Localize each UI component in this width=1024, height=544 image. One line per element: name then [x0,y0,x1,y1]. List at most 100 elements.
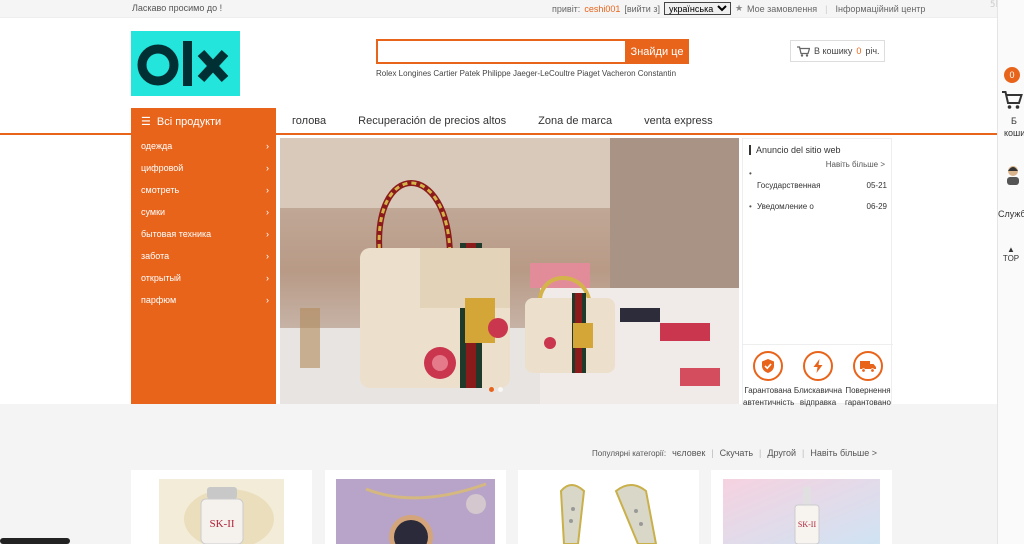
top-bar-right: привіт: ceshi001 [вийти з] українська ★ … [552,2,925,15]
chevron-right-icon: › [266,207,269,217]
announcement-title: Anuncio del sitio web [749,145,841,155]
rail-cart-badge: 0 [1004,67,1020,83]
welcome-text: Ласкаво просимо до ! [132,3,223,13]
cart-icon [797,45,810,57]
separator: | [711,448,714,458]
back-to-top-button[interactable]: ▲ TOP [1000,245,1022,263]
category-menu: одежда › цифровой › смотреть › сумки › бытов… [131,135,276,404]
feature-label: гарантовано [844,398,891,407]
chevron-right-icon: › [266,295,269,305]
top-bar: Ласкаво просимо до ! привіт: ceshi001 [в… [0,0,997,18]
site-logo[interactable] [131,31,240,96]
feature-label: автентичність [743,398,795,407]
category-label: смотреть [141,185,180,195]
carousel-dots [489,387,503,392]
all-products-label: Всі продукти [156,115,222,128]
star-icon: ★ [734,3,744,13]
product-card[interactable] [325,470,506,544]
info-center-link[interactable]: Інформаційний центр [835,4,925,14]
popular-item[interactable]: Другой [767,448,796,458]
carousel-dot[interactable] [498,387,503,392]
nav-item-home[interactable]: голова [292,115,326,127]
category-label: парфюм [141,295,177,305]
greeting-text: привіт: [552,3,581,14]
arrow-up-icon: ▲ [1007,245,1015,254]
product-image: SK-II [159,479,284,544]
announcement-item[interactable]: Уведомление о 06-29 [757,202,887,211]
category-label: одежда [141,141,173,151]
feature-fast-shipping: Блискавична відправка [793,351,843,409]
category-label: сумки [141,207,166,217]
feature-authentic: Гарантована автентичність [743,351,795,409]
popular-item[interactable]: чєловек [672,448,705,458]
cart-count: 0 [856,46,862,56]
all-products-button[interactable]: ☰ Всі продукти [131,108,276,135]
chevron-right-icon: › [266,185,269,195]
shield-check-icon [753,351,783,381]
product-image [546,479,671,544]
category-item[interactable]: бытовая техника › [141,229,269,239]
chevron-right-icon: › [266,229,269,239]
username-link[interactable]: ceshi001 [584,4,620,14]
main-nav: голова Recuperación de precios altos Zon… [292,115,745,127]
back-to-top-label: TOP [1002,254,1020,263]
lightning-icon [803,351,833,381]
status-bar [0,538,70,544]
product-image: SK-II [723,479,880,544]
carousel-dot[interactable] [489,387,494,392]
menu-icon: ☰ [141,116,151,128]
category-item[interactable]: открытый › [141,273,269,283]
category-item[interactable]: одежда › [141,141,269,151]
product-card[interactable] [518,470,699,544]
popular-item[interactable]: Скучать [720,448,753,458]
bullet-icon: • [749,169,752,178]
feature-label: Повернення [845,386,891,395]
nav-item-express[interactable]: venta express [644,115,712,127]
cart-label: В кошику [814,46,853,56]
category-item[interactable]: сумки › [141,207,269,217]
separator: | [825,3,828,14]
svg-text:SK-II: SK-II [798,520,817,529]
cart-button[interactable]: В кошику 0 річ. [790,40,885,62]
chevron-right-icon: › [266,163,269,173]
customer-service-icon[interactable] [1005,165,1021,185]
announcement-text: Уведомление о [757,202,814,211]
divider [743,344,893,345]
feature-label: Блискавична [793,386,843,395]
truck-icon [853,351,883,381]
nav-item-brand-zone[interactable]: Zona de marca [538,115,612,127]
hot-words[interactable]: Rolex Longines Cartier Patek Philippe Ja… [376,69,676,78]
category-label: открытый [141,273,181,283]
my-orders-link[interactable]: Мое замовлення [747,4,817,14]
logout-link[interactable]: [вийти з] [624,4,660,14]
hero-banner[interactable] [280,138,739,404]
handbag-photo [280,138,739,404]
category-item[interactable]: цифровой › [141,163,269,173]
feature-label: відправка [799,398,837,407]
product-card[interactable]: SK-II [711,470,892,544]
category-item[interactable]: парфюм › [141,295,269,305]
right-rail: 0 Б кошик Служба ▲ TOP [997,0,1024,544]
announcement-item[interactable]: Государственная 05-21 [757,181,887,190]
olx-logo-icon [131,31,240,96]
cart-unit: річ. [865,46,880,56]
category-item[interactable]: забота › [141,251,269,261]
category-label: забота [141,251,170,261]
nav-item-recovery[interactable]: Recuperación de precios altos [358,115,506,127]
rail-cart-label[interactable]: Б кошик [1004,115,1024,139]
search-bar: Знайди це [376,39,689,64]
svg-text:SK-II: SK-II [209,518,234,530]
product-card[interactable]: SK-II [131,470,312,544]
announcement-more-link[interactable]: Навіть більше > [826,160,885,169]
chevron-right-icon: › [266,141,269,151]
search-input[interactable] [376,39,625,64]
popular-categories: Популярні категорії: чєловек | Скучать |… [592,448,877,458]
language-select[interactable]: українська [663,2,731,15]
search-button[interactable]: Знайди це [625,39,689,64]
announcement-panel: Anuncio del sitio web Навіть більше > • … [742,138,893,407]
cart-icon[interactable] [1001,90,1023,110]
rail-service-label[interactable]: Служба [998,209,1024,219]
category-item[interactable]: смотреть › [141,185,269,195]
separator: | [802,448,805,458]
popular-more-link[interactable]: Навіть більше > [810,448,877,458]
